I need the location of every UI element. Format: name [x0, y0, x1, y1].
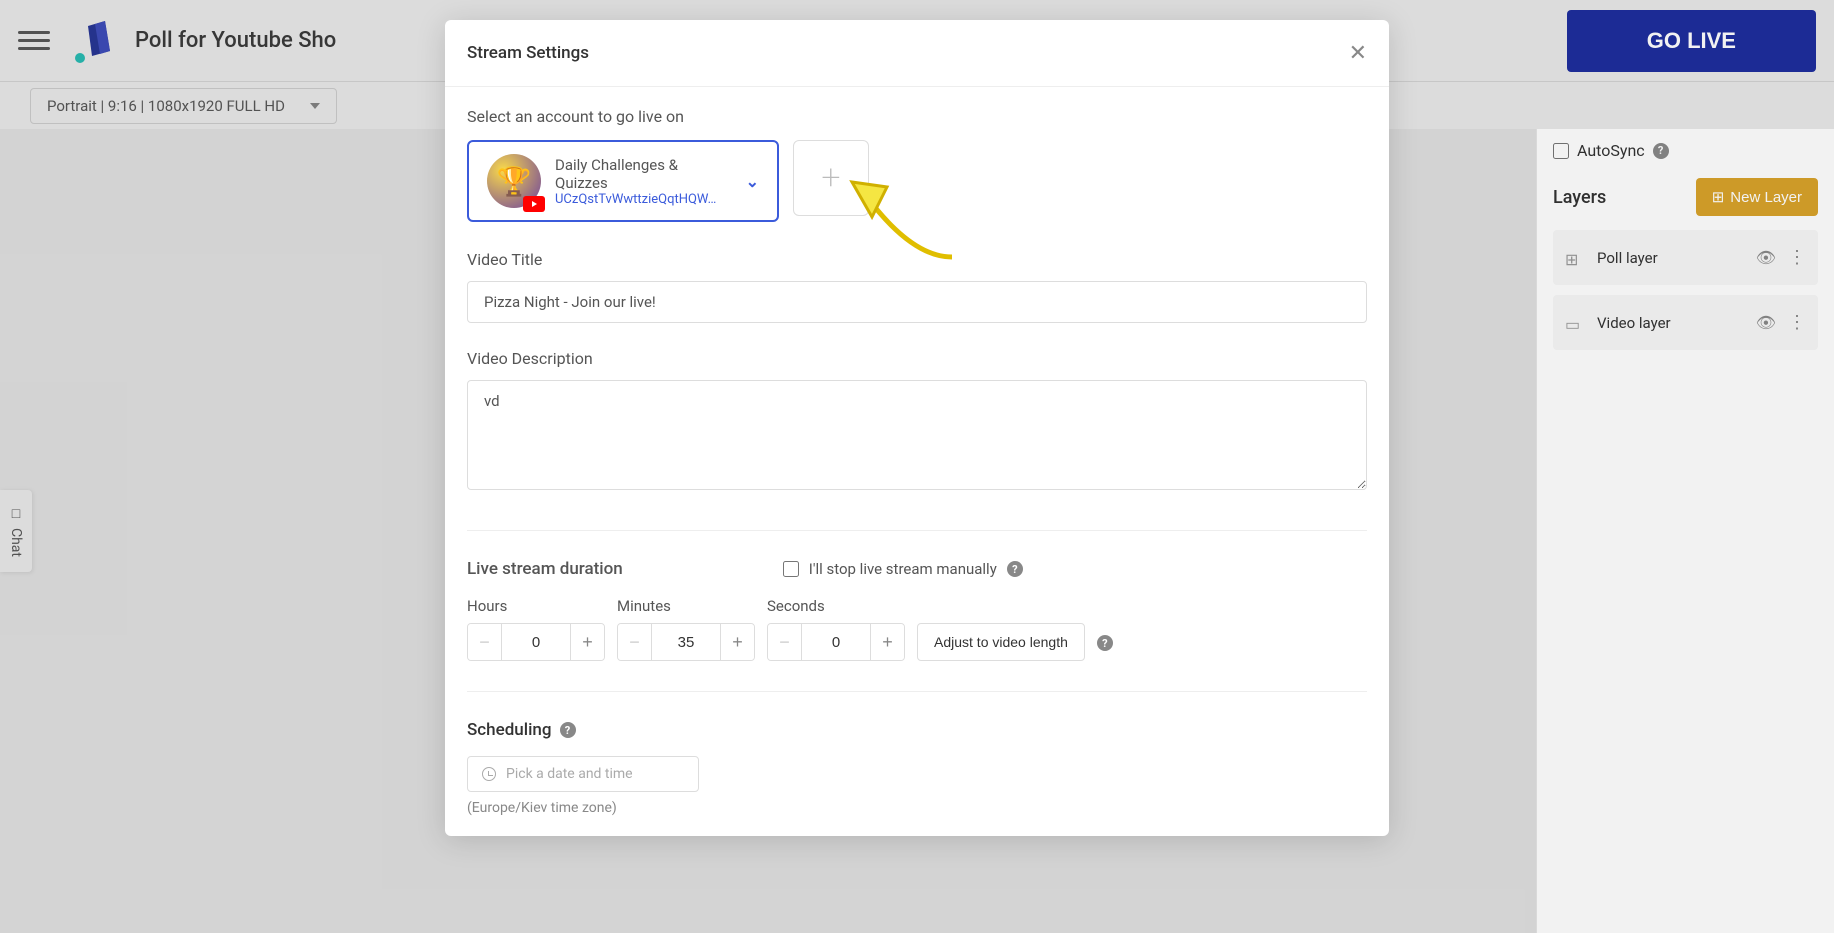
- duration-title: Live stream duration: [467, 559, 623, 579]
- decrement-button[interactable]: −: [618, 624, 652, 660]
- date-picker[interactable]: Pick a date and time: [467, 756, 699, 792]
- divider: [467, 530, 1367, 531]
- seconds-input[interactable]: [802, 624, 870, 660]
- increment-button[interactable]: +: [870, 624, 904, 660]
- decrement-button[interactable]: −: [468, 624, 502, 660]
- select-account-label: Select an account to go live on: [467, 107, 1367, 126]
- close-button[interactable]: ✕: [1349, 40, 1367, 66]
- hours-stepper[interactable]: − +: [467, 623, 605, 661]
- hours-input[interactable]: [502, 624, 570, 660]
- video-description-label: Video Description: [467, 349, 1367, 368]
- adjust-video-length-button[interactable]: Adjust to video length: [917, 623, 1085, 661]
- decrement-button[interactable]: −: [768, 624, 802, 660]
- video-description-textarea[interactable]: [467, 380, 1367, 490]
- scheduling-title: Scheduling ?: [467, 720, 1367, 740]
- seconds-stepper[interactable]: − +: [767, 623, 905, 661]
- account-card[interactable]: Daily Challenges & Quizzes UCzQstTvWwttz…: [467, 140, 779, 222]
- youtube-badge-icon: [523, 196, 545, 212]
- video-title-label: Video Title: [467, 250, 1367, 269]
- increment-button[interactable]: +: [570, 624, 604, 660]
- video-title-input[interactable]: [467, 281, 1367, 323]
- account-avatar: [487, 154, 541, 208]
- help-icon[interactable]: ?: [1007, 561, 1023, 577]
- chevron-down-icon: ⌄: [746, 172, 759, 191]
- help-icon[interactable]: ?: [1097, 635, 1113, 651]
- manual-stop-checkbox[interactable]: [783, 561, 799, 577]
- timezone-label: (Europe/Kiev time zone): [467, 800, 1367, 816]
- increment-button[interactable]: +: [720, 624, 754, 660]
- clock-icon: [482, 767, 496, 781]
- divider: [467, 691, 1367, 692]
- minutes-stepper[interactable]: − +: [617, 623, 755, 661]
- manual-stop-toggle[interactable]: I'll stop live stream manually ?: [783, 560, 1023, 578]
- help-icon[interactable]: ?: [560, 722, 576, 738]
- stream-settings-modal: Stream Settings ✕ Select an account to g…: [445, 20, 1389, 836]
- minutes-input[interactable]: [652, 624, 720, 660]
- modal-title: Stream Settings: [467, 43, 589, 63]
- add-account-button[interactable]: +: [793, 140, 869, 216]
